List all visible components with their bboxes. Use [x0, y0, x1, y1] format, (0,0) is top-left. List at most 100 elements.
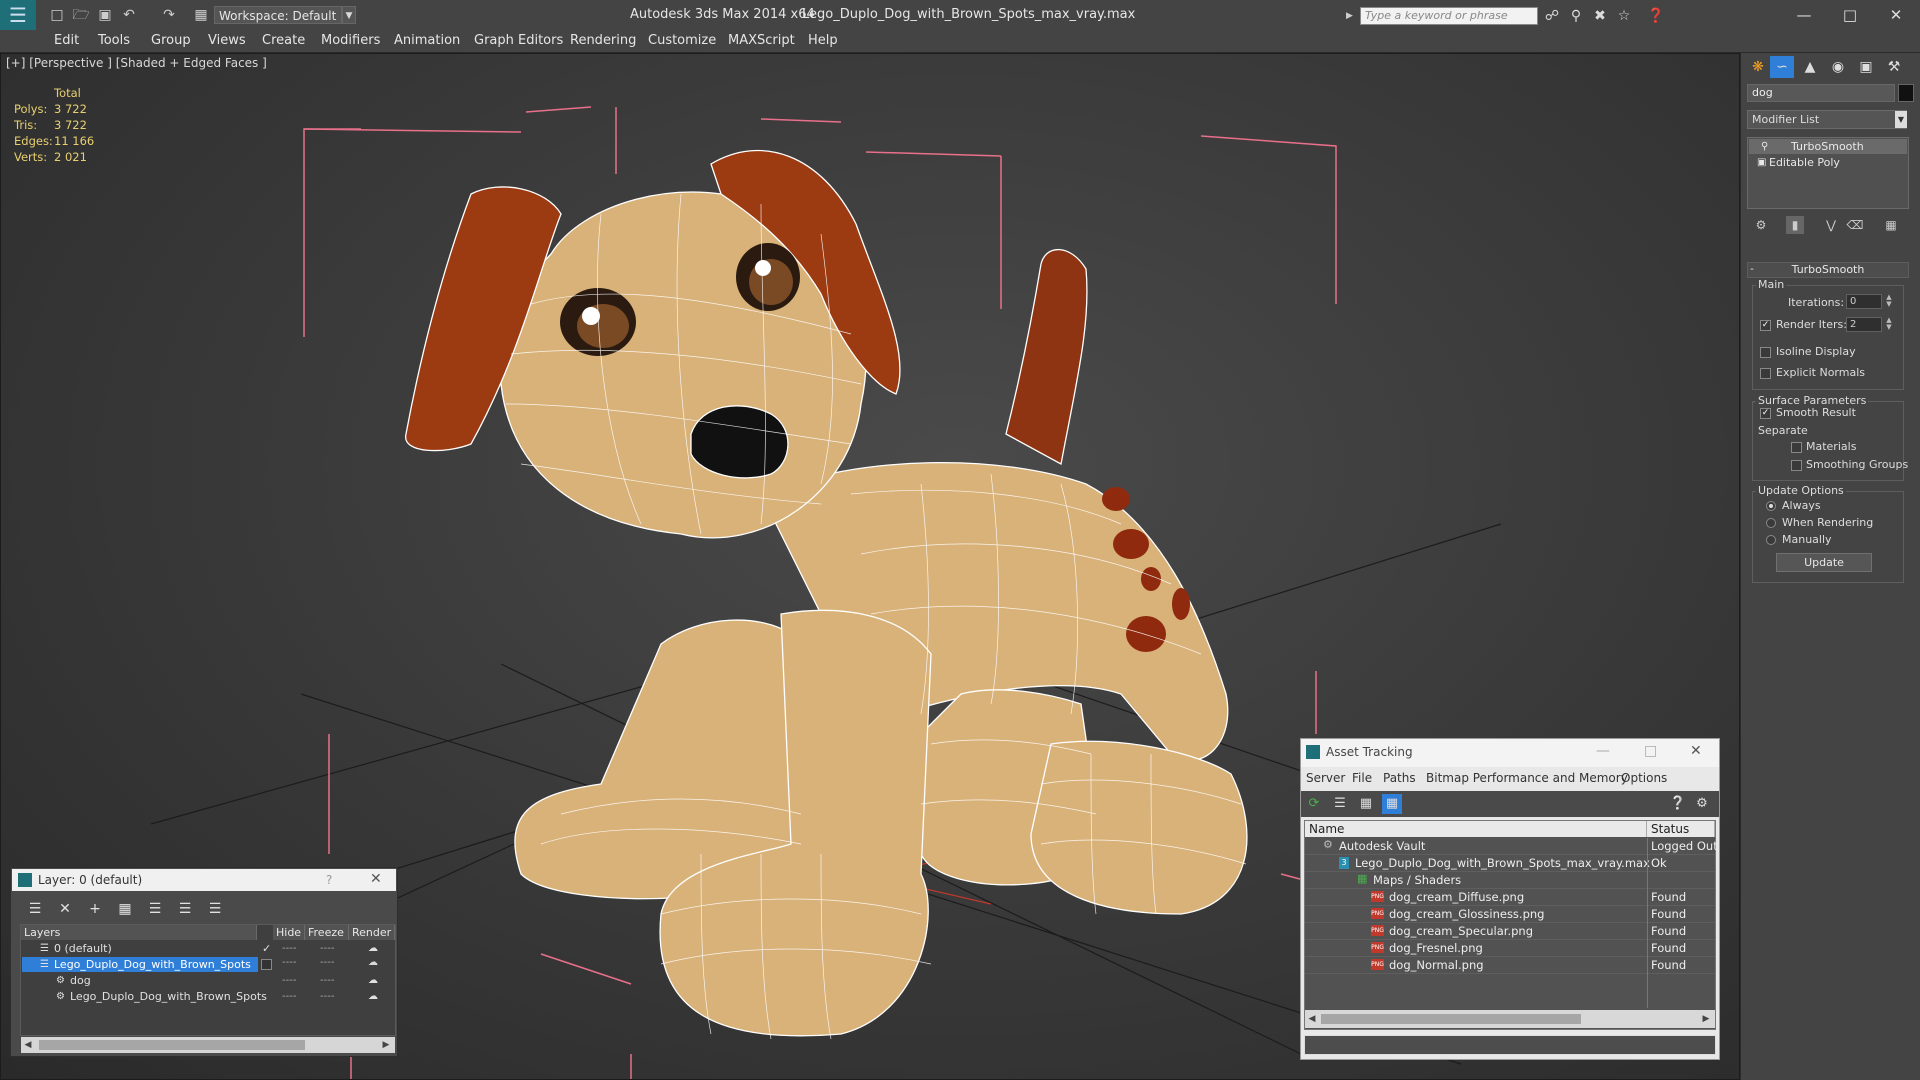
asset-menu-paths[interactable]: Paths: [1383, 771, 1416, 785]
rollout-collapse-icon[interactable]: -: [1750, 262, 1754, 275]
modify-tab-icon[interactable]: ∽: [1770, 56, 1794, 78]
stack-item-turbosmooth[interactable]: ⚲ TurboSmooth: [1749, 139, 1907, 154]
materials-checkbox[interactable]: [1791, 442, 1802, 453]
render-iters-spinner-arrows[interactable]: ▲ ▼: [1884, 317, 1894, 332]
search-expand-icon[interactable]: ▶: [1346, 7, 1358, 25]
motion-tab-icon[interactable]: ◉: [1826, 56, 1850, 78]
asset-maximize-icon[interactable]: □: [1644, 743, 1657, 759]
render-column-header[interactable]: Render: [349, 925, 395, 940]
save-file-icon[interactable]: ▣: [96, 6, 114, 24]
list-view-icon[interactable]: ☰: [1330, 794, 1350, 814]
asset-menu-options[interactable]: Options: [1621, 771, 1667, 785]
key-icon[interactable]: ⚲: [1566, 7, 1586, 25]
iterations-spinner-arrows[interactable]: ▲ ▼: [1884, 294, 1894, 309]
workspace-selector[interactable]: Workspace: Default: [214, 6, 342, 24]
always-radio[interactable]: [1766, 501, 1776, 511]
menu-customize[interactable]: Customize: [648, 33, 716, 48]
scroll-left-icon[interactable]: ◀: [1305, 1010, 1319, 1028]
open-file-icon[interactable]: 🗁: [72, 6, 90, 24]
scroll-thumb[interactable]: [39, 1040, 305, 1050]
asset-path-field[interactable]: [1304, 1035, 1716, 1055]
delete-layer-icon[interactable]: ✕: [54, 899, 76, 919]
status-column-header[interactable]: Status: [1647, 821, 1715, 837]
expand-plus-icon[interactable]: ▣: [1757, 155, 1766, 170]
object-color-swatch[interactable]: [1898, 84, 1914, 102]
asset-help-icon[interactable]: ❔: [1668, 794, 1688, 814]
render-teapot-icon[interactable]: ☁: [368, 957, 378, 968]
thumbnail-view-icon[interactable]: ▦: [1356, 794, 1376, 814]
select-in-layer-icon[interactable]: ▦: [114, 899, 136, 919]
name-column-header[interactable]: Name: [1305, 821, 1647, 837]
refresh-icon[interactable]: ⟳: [1304, 794, 1324, 814]
show-end-result-icon[interactable]: ▮: [1786, 216, 1804, 234]
render-iters-spinner[interactable]: 2: [1846, 317, 1882, 332]
menu-group[interactable]: Group: [151, 33, 191, 48]
modifier-list-dropdown[interactable]: Modifier List: [1747, 110, 1907, 129]
menu-rendering[interactable]: Rendering: [570, 33, 636, 48]
menu-tools[interactable]: Tools: [98, 33, 130, 48]
hierarchy-tab-icon[interactable]: ▲: [1798, 56, 1822, 78]
project-folder-icon[interactable]: ▦: [192, 6, 210, 24]
highlight-layer-icon[interactable]: ☰: [144, 899, 166, 919]
freeze-toggle[interactable]: ----: [320, 989, 334, 1004]
asset-minimize-icon[interactable]: —: [1596, 743, 1610, 759]
pin-stack-icon[interactable]: ⚙: [1752, 216, 1770, 234]
favorites-star-icon[interactable]: ☆: [1614, 7, 1634, 25]
scroll-right-icon[interactable]: ▶: [1699, 1010, 1713, 1028]
menu-animation[interactable]: Animation: [394, 33, 460, 48]
hide-toggle[interactable]: ----: [282, 989, 296, 1004]
binoculars-icon[interactable]: ☍: [1542, 7, 1562, 25]
freeze-toggle[interactable]: ----: [320, 973, 334, 988]
asset-horizontal-scrollbar[interactable]: ◀ ▶: [1305, 1010, 1715, 1028]
add-to-layer-icon[interactable]: +: [84, 899, 106, 919]
search-input[interactable]: Type a keyword or phrase: [1360, 7, 1538, 25]
asset-menu-server[interactable]: Server: [1306, 771, 1345, 785]
display-tab-icon[interactable]: ▣: [1854, 56, 1878, 78]
new-layer-icon[interactable]: ☰: [24, 899, 46, 919]
create-tab-icon[interactable]: ❋: [1746, 56, 1770, 78]
scroll-thumb[interactable]: [1321, 1014, 1581, 1024]
new-file-icon[interactable]: □: [48, 6, 66, 24]
asset-close-icon[interactable]: ✕: [1690, 743, 1702, 759]
freeze-toggle[interactable]: ----: [320, 941, 334, 956]
lightbulb-icon[interactable]: ⚲: [1761, 139, 1768, 154]
app-logo-icon[interactable]: ☰: [0, 0, 36, 30]
render-iters-checkbox[interactable]: ✓: [1760, 320, 1771, 331]
table-row[interactable]: ▦ Maps / Shaders: [1305, 872, 1715, 889]
asset-settings-icon[interactable]: ⚙: [1692, 794, 1712, 814]
make-unique-icon[interactable]: ⋁: [1822, 216, 1840, 234]
asset-menu-file[interactable]: File: [1352, 771, 1372, 785]
object-name-field[interactable]: dog: [1747, 84, 1895, 102]
layer-horizontal-scrollbar[interactable]: ◀ ▶: [21, 1037, 395, 1053]
render-teapot-icon[interactable]: ☁: [368, 973, 378, 988]
active-layer-check-icon[interactable]: ✓: [262, 941, 271, 956]
configure-sets-icon[interactable]: ▦: [1882, 216, 1900, 234]
table-view-icon[interactable]: ▦: [1382, 794, 1402, 814]
freeze-column-header[interactable]: Freeze: [305, 925, 349, 940]
smoothing-groups-checkbox[interactable]: [1791, 460, 1802, 471]
isoline-display-checkbox[interactable]: [1760, 347, 1771, 358]
render-teapot-icon[interactable]: ☁: [368, 941, 378, 956]
stack-item-editable-poly[interactable]: ▣ Editable Poly: [1749, 155, 1907, 170]
manually-radio[interactable]: [1766, 535, 1776, 545]
layer-row-selected[interactable]: ☰ Lego_Duplo_Dog_with_Brown_Spots: [22, 957, 258, 972]
menu-views[interactable]: Views: [208, 33, 246, 48]
help-icon[interactable]: ❓: [1646, 7, 1666, 25]
chevron-down-icon[interactable]: ▼: [1895, 111, 1907, 128]
maximize-icon[interactable]: □: [1828, 2, 1872, 28]
hide-toggle[interactable]: ----: [282, 941, 296, 956]
hide-all-layers-icon[interactable]: ☰: [174, 899, 196, 919]
layer-object-row[interactable]: ⚙ dog ---- ---- ☁: [56, 973, 390, 988]
layer-help-button[interactable]: ?: [326, 873, 332, 887]
menu-create[interactable]: Create: [262, 33, 305, 48]
explicit-normals-checkbox[interactable]: [1760, 368, 1771, 379]
layer-close-icon[interactable]: ✕: [370, 871, 382, 887]
smooth-result-checkbox[interactable]: ✓: [1760, 408, 1771, 419]
menu-help[interactable]: Help: [808, 33, 838, 48]
layer-row[interactable]: ☰ 0 (default) ✓ ---- ---- ☁: [40, 941, 390, 956]
hide-column-header[interactable]: Hide: [273, 925, 305, 940]
minimize-icon[interactable]: —: [1782, 2, 1826, 28]
workspace-dropdown-icon[interactable]: ▼: [342, 6, 356, 24]
layer-object-row[interactable]: ⚙ Lego_Duplo_Dog_with_Brown_Spots ---- -…: [56, 989, 390, 1004]
hide-toggle[interactable]: ----: [282, 973, 296, 988]
